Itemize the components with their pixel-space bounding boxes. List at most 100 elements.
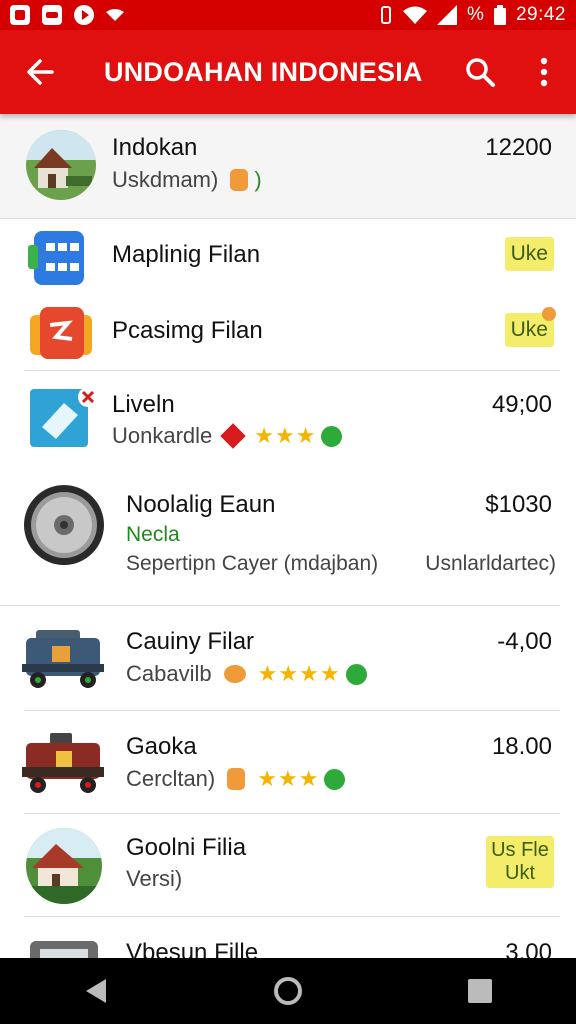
nav-back-button[interactable] [64, 959, 128, 1023]
item-highlight: Necla [126, 523, 180, 546]
item-subtitle: Versi) [126, 866, 183, 891]
more-options-button[interactable] [512, 30, 576, 114]
item-value: 18.00 [491, 733, 552, 760]
pill-icon [227, 768, 246, 790]
item-value: -4,00 [497, 628, 552, 655]
item-subtitle: Uskdmam) ) [112, 167, 262, 193]
item-title: Indokan [112, 134, 198, 161]
list-item[interactable]: Gaoka Cercltan) ★ ★ ★ 18.00 [0, 711, 576, 813]
item-value: 3.00 [505, 939, 552, 958]
status-bar: % 29:42 [0, 0, 576, 30]
item-title: Goolni Filia [126, 834, 247, 861]
item-title: Cauiny Filar [126, 628, 255, 655]
gallery-icon [10, 5, 30, 25]
item-secondary: Usnlarldartec) [425, 552, 556, 575]
liveln-app-icon [30, 387, 98, 447]
page-title: UNDOAHAN INDONESIA [104, 56, 423, 87]
building-thumbnail-icon [30, 941, 98, 958]
star-icon: ★ [298, 766, 319, 791]
rating-stars: ★ ★ ★ [257, 766, 318, 792]
item-value: 12200 [485, 134, 552, 161]
list-item[interactable]: Liveln Uonkardle ★ ★ ★ 49;00 [0, 371, 576, 463]
item-tag[interactable]: Uke [504, 237, 554, 271]
wifi-small-icon [106, 9, 124, 21]
item-title: Noolalig Eaun [126, 491, 276, 518]
verified-icon [321, 425, 343, 447]
list-item[interactable]: Goolni Filia Versi) Us Fle Ukt [0, 814, 576, 916]
star-icon: ★ [257, 661, 278, 686]
verified-icon [324, 768, 346, 790]
item-title: Maplinig Filan [112, 241, 261, 268]
navigation-bar [0, 958, 576, 1024]
notification-dot [542, 307, 556, 321]
star-icon: ★ [275, 423, 295, 448]
status-notifications [10, 5, 124, 25]
subtitle-text: Cabavilb [126, 661, 212, 686]
nav-home-button[interactable] [256, 959, 320, 1023]
list-item[interactable]: Indokan Uskdmam) ) 12200 [0, 114, 576, 218]
status-system: % 29:42 [379, 4, 566, 26]
item-title: Vbesun Fille [126, 939, 259, 958]
vibrate-icon [381, 6, 392, 24]
subtitle-text: Uskdmam) [112, 167, 219, 192]
item-list: Indokan Uskdmam) ) 12200 Maplinig Filan … [0, 114, 576, 958]
back-arrow-icon [27, 59, 54, 85]
item-description: Sepertipn Cayer (mdajban) [126, 552, 379, 575]
star-icon: ★ [295, 423, 316, 448]
list-item[interactable]: Vbesun Fille 3.00 [0, 917, 576, 958]
house-thumbnail-icon [26, 130, 96, 200]
nav-back-icon [86, 979, 106, 1003]
star-icon: ★ [299, 661, 319, 686]
pill-icon [230, 169, 249, 191]
message-icon [42, 5, 62, 25]
folder-app-icon [30, 307, 92, 359]
item-title: Gaoka [126, 733, 197, 760]
disc-app-icon [24, 485, 104, 565]
wifi-icon [403, 6, 428, 24]
tag-line-1: Us Fle [491, 839, 549, 861]
star-icon: ★ [277, 766, 298, 791]
back-button[interactable] [0, 30, 80, 114]
search-icon [466, 58, 495, 87]
play-icon [74, 5, 94, 25]
item-title: Liveln [112, 391, 175, 418]
item-value: $1030 [485, 491, 552, 518]
list-item[interactable]: Maplinig Filan Uke [0, 219, 576, 299]
search-button[interactable] [448, 30, 512, 114]
item-subtitle: Uonkardle ★ ★ ★ [112, 423, 343, 449]
item-value: 49;00 [491, 391, 552, 418]
percent-indicator: % [467, 4, 484, 25]
item-subtitle: Cercltan) ★ ★ ★ [126, 766, 346, 792]
star-icon: ★ [278, 661, 299, 686]
tag-line-2: Ukt [505, 862, 535, 884]
verified-icon [345, 663, 367, 685]
subtitle-text: Uonkardle [112, 423, 213, 448]
truck-thumbnail-icon [22, 630, 104, 688]
tag-icon [220, 423, 247, 449]
app-screen: % 29:42 UNDOAHAN INDONESIA Indokan Uskdm… [0, 0, 576, 1024]
nav-recents-icon [468, 979, 492, 1003]
star-icon: ★ [319, 661, 340, 686]
list-item[interactable]: Pcasimg Filan Uke [0, 299, 576, 371]
item-subtitle: Cabavilb ★ ★ ★ ★ [126, 661, 367, 687]
app-bar: UNDOAHAN INDONESIA [0, 30, 576, 114]
item-tag[interactable]: Us Fle Ukt [486, 836, 554, 888]
rating-stars: ★ ★ ★ ★ [258, 661, 340, 687]
subtitle-text: Cercltan) [126, 766, 216, 791]
rating-stars: ★ ★ ★ [254, 423, 315, 449]
list-item[interactable]: Cauiny Filar Cabavilb ★ ★ ★ ★ -4,00 [0, 606, 576, 710]
nav-home-icon [274, 977, 302, 1005]
list-item[interactable]: Noolalig Eaun Necla Sepertipn Cayer (mda… [0, 469, 576, 605]
battery-icon [493, 5, 506, 25]
tag-icon [223, 665, 246, 683]
subtitle-suffix: ) [254, 167, 262, 192]
grid-app-icon [28, 231, 84, 285]
more-vert-icon [540, 57, 548, 87]
nav-recents-button[interactable] [448, 959, 512, 1023]
item-title: Pcasimg Filan [112, 317, 263, 344]
vehicle-thumbnail-icon [22, 733, 104, 793]
house-thumbnail-icon [26, 828, 102, 904]
status-time: 29:42 [515, 4, 566, 25]
star-icon: ★ [254, 423, 275, 448]
signal-icon [437, 5, 458, 25]
